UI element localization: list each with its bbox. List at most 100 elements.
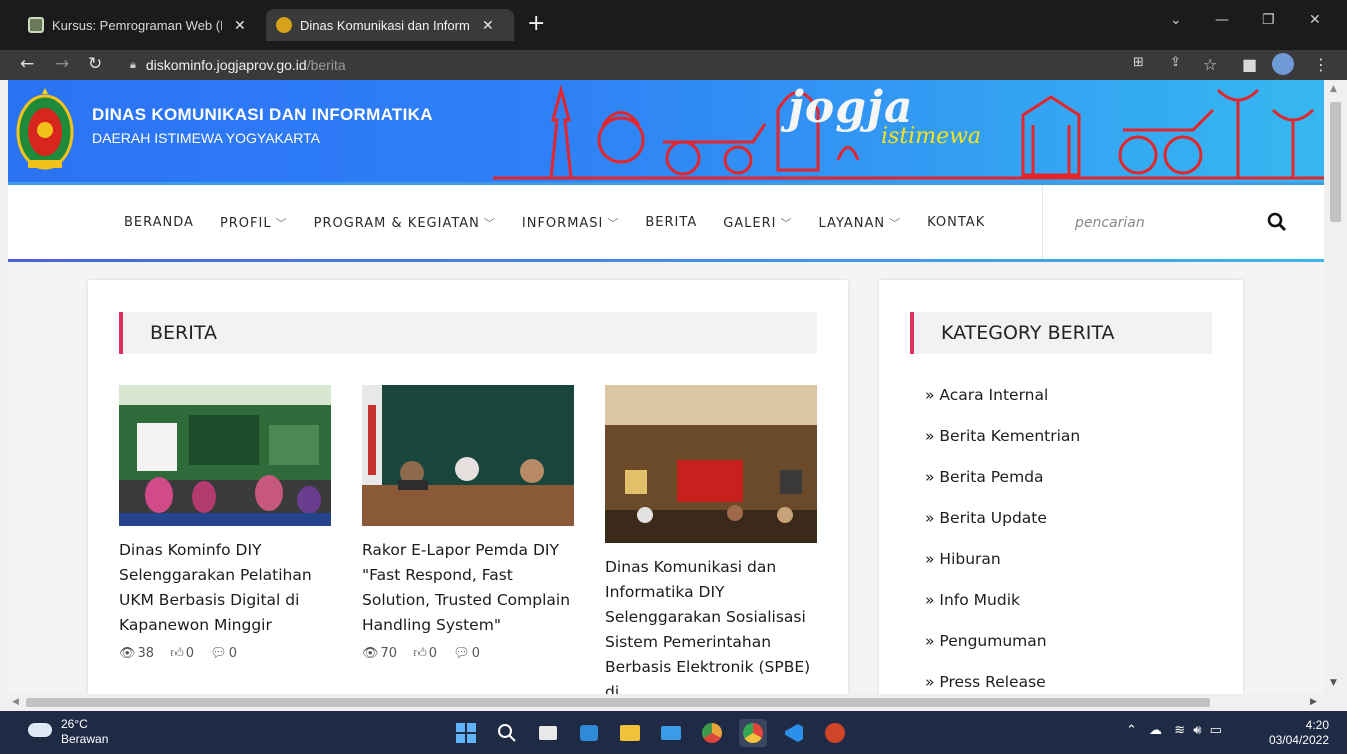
- views-count: 70: [380, 646, 398, 661]
- lock-icon[interactable]: 🔒︎: [130, 59, 136, 72]
- news-post[interactable]: Dinas Komunikasi dan Informatika DIY Sel…: [605, 385, 817, 694]
- tab-search-icon[interactable]: ⌄: [1170, 12, 1182, 28]
- url-host: diskominfo.jogjaprov.go.id: [145, 57, 307, 73]
- chrome-canary-icon[interactable]: [698, 719, 726, 747]
- file-explorer-icon[interactable]: [616, 719, 644, 747]
- tab-diskominfo[interactable]: Dinas Komunikasi dan Informatik ✕: [266, 9, 514, 41]
- wifi-icon[interactable]: ≋: [1174, 723, 1185, 738]
- bookmark-star-icon[interactable]: ☆: [1203, 55, 1217, 74]
- reload-icon[interactable]: ↻: [88, 54, 102, 74]
- nav-item-label: LAYANAN: [818, 216, 886, 231]
- section-title: BERITA: [150, 322, 217, 344]
- vertical-scrollbar[interactable]: ▲ ▼: [1324, 80, 1347, 694]
- org-name[interactable]: DINAS KOMUNIKASI DAN INFORMATIKA: [92, 105, 433, 125]
- news-thumbnail[interactable]: [362, 385, 574, 526]
- side-panel-icon[interactable]: ■: [1242, 55, 1257, 74]
- nav-item-beranda[interactable]: BERANDA: [124, 215, 194, 231]
- web-page: DINAS KOMUNIKASI DAN INFORMATIKA DAERAH …: [8, 80, 1324, 694]
- category-link[interactable]: » Acara Internal: [925, 386, 1080, 427]
- category-link[interactable]: » Info Mudik: [925, 591, 1080, 632]
- close-tab-icon[interactable]: ✕: [234, 17, 246, 34]
- screen: Kursus: Pemrograman Web (Herr ✕ Dinas Ko…: [0, 0, 1347, 754]
- news-thumbnail[interactable]: [119, 385, 331, 526]
- section-heading-berita: BERITA: [119, 312, 817, 354]
- nav-item-layanan[interactable]: LAYANAN ﹀: [819, 215, 902, 231]
- address-bar[interactable]: 🔒︎ diskominfo.jogjaprov.go.id/berita: [118, 53, 1128, 77]
- back-icon[interactable]: ←: [20, 54, 34, 74]
- nav-item-berita[interactable]: BERITA: [645, 215, 697, 231]
- like-icon: 👍︎: [413, 646, 427, 661]
- vscode-icon[interactable]: [780, 719, 808, 747]
- taskbar-apps: [452, 719, 849, 747]
- clock[interactable]: 4:20 03/04/2022: [1269, 718, 1329, 748]
- news-thumbnail[interactable]: [605, 385, 817, 543]
- nav-underline: [8, 259, 1324, 262]
- profile-avatar-icon[interactable]: [1272, 53, 1294, 75]
- nav-item-label: BERANDA: [124, 215, 194, 230]
- scroll-left-icon[interactable]: ◀: [12, 697, 19, 707]
- mail-icon[interactable]: [657, 719, 685, 747]
- nav-item-kontak[interactable]: KONTAK: [927, 215, 985, 231]
- search-icon[interactable]: [1267, 212, 1287, 232]
- close-window-icon[interactable]: ✕: [1309, 12, 1321, 28]
- close-tab-icon[interactable]: ✕: [482, 17, 494, 34]
- news-title[interactable]: Dinas Komunikasi dan Informatika DIY Sel…: [605, 555, 817, 694]
- weather-condition: Berawan: [61, 732, 109, 746]
- scroll-right-icon[interactable]: ▶: [1310, 697, 1317, 707]
- comment-icon: 💬︎: [210, 646, 227, 661]
- scrollbar-thumb[interactable]: [1330, 102, 1341, 222]
- nav-item-galeri[interactable]: GALERI ﹀: [723, 215, 792, 231]
- nav-item-label: PROFIL: [219, 216, 272, 231]
- powerpoint-icon[interactable]: [821, 719, 849, 747]
- new-tab-icon[interactable]: +: [527, 11, 545, 36]
- chevron-down-icon: ﹀: [607, 217, 620, 230]
- news-card: BERITA Dinas Kominfo DIY Selenggarakan P…: [88, 280, 848, 694]
- search-icon[interactable]: [493, 719, 521, 747]
- forward-icon[interactable]: →: [55, 54, 69, 74]
- address-toolbar: ← → ↻ 🔒︎ diskominfo.jogjaprov.go.id/beri…: [0, 50, 1347, 80]
- category-link[interactable]: » Pengumuman: [925, 632, 1080, 673]
- comments-count: 0: [228, 646, 238, 661]
- category-link[interactable]: » Berita Kementrian: [925, 427, 1080, 468]
- system-tray[interactable]: ⌃ ☁ ≋ 🔊︎ ▭: [1126, 723, 1222, 738]
- views-count: 38: [137, 646, 155, 661]
- battery-icon[interactable]: ▭: [1210, 723, 1222, 738]
- diy-emblem-favicon-icon: [276, 17, 292, 33]
- news-title[interactable]: Dinas Kominfo DIY Selenggarakan Pelatiha…: [119, 538, 331, 638]
- scroll-down-icon[interactable]: ▼: [1330, 678, 1337, 688]
- translate-icon[interactable]: ⊞: [1133, 55, 1144, 70]
- category-link[interactable]: » Berita Pemda: [925, 468, 1080, 509]
- news-post[interactable]: Rakor E-Lapor Pemda DIY "Fast Respond, F…: [362, 385, 574, 661]
- nav-item-profil[interactable]: PROFIL ﹀: [220, 215, 288, 231]
- chrome-icon[interactable]: [739, 719, 767, 747]
- chevron-up-icon[interactable]: ⌃: [1126, 723, 1137, 738]
- date: 03/04/2022: [1268, 733, 1329, 747]
- volume-icon[interactable]: 🔊︎: [1193, 723, 1201, 738]
- onedrive-cloud-icon[interactable]: ☁: [1149, 723, 1162, 738]
- chevron-down-icon: ﹀: [275, 217, 288, 230]
- nav-item-program-kegiatan[interactable]: PROGRAM & KEGIATAN ﹀: [314, 215, 496, 231]
- windows-start-icon[interactable]: [452, 719, 480, 747]
- section-heading-category: KATEGORY BERITA: [910, 312, 1212, 354]
- nav-item-informasi[interactable]: INFORMASI ﹀: [522, 215, 620, 231]
- scrollbar-thumb[interactable]: [26, 698, 1210, 707]
- category-list: » Acara Internal» Berita Kementrian» Ber…: [925, 386, 1080, 694]
- search-box[interactable]: pencarian: [1042, 185, 1324, 259]
- horizontal-scrollbar[interactable]: ◀ ▶: [8, 694, 1324, 711]
- scroll-up-icon[interactable]: ▲: [1330, 84, 1337, 94]
- likes-count: 0: [428, 646, 438, 661]
- minimize-icon[interactable]: —: [1215, 12, 1229, 28]
- news-title[interactable]: Rakor E-Lapor Pemda DIY "Fast Respond, F…: [362, 538, 574, 638]
- category-link[interactable]: » Press Release: [925, 673, 1080, 694]
- menu-kebab-icon[interactable]: ⋮: [1313, 55, 1329, 74]
- tab-kursus[interactable]: Kursus: Pemrograman Web (Herr ✕: [18, 10, 263, 40]
- share-icon[interactable]: ⇪: [1170, 55, 1181, 70]
- search-input[interactable]: pencarian: [1075, 215, 1145, 231]
- store-icon[interactable]: [575, 719, 603, 747]
- news-post[interactable]: Dinas Kominfo DIY Selenggarakan Pelatiha…: [119, 385, 331, 661]
- task-view-icon[interactable]: [534, 719, 562, 747]
- diy-emblem-logo-icon[interactable]: [14, 86, 76, 172]
- category-link[interactable]: » Berita Update: [925, 509, 1080, 550]
- category-link[interactable]: » Hiburan: [925, 550, 1080, 591]
- restore-icon[interactable]: ❐: [1262, 12, 1275, 28]
